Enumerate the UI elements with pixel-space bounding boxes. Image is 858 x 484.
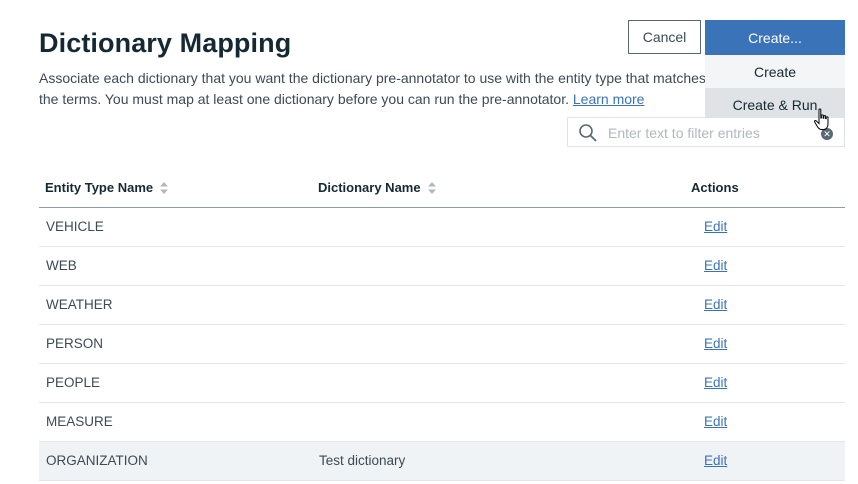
edit-link[interactable]: Edit xyxy=(704,375,727,390)
entity-type-cell: PEOPLE xyxy=(46,375,101,390)
cancel-button[interactable]: Cancel xyxy=(628,20,701,54)
search-input[interactable] xyxy=(608,123,818,143)
entity-type-cell: WEATHER xyxy=(46,297,113,312)
table-row: VEHICLE Edit xyxy=(39,208,845,247)
edit-link[interactable]: Edit xyxy=(704,297,727,312)
entity-type-cell: MEASURE xyxy=(46,414,113,429)
search-icon xyxy=(578,123,598,148)
column-label-actions: Actions xyxy=(691,180,739,195)
table-row: WEB Edit xyxy=(39,247,845,286)
sort-icon[interactable] xyxy=(427,181,437,195)
menu-item-create[interactable]: Create xyxy=(705,55,845,88)
edit-link[interactable]: Edit xyxy=(704,336,727,351)
edit-link[interactable]: Edit xyxy=(704,219,727,234)
column-header-actions: Actions xyxy=(691,180,739,195)
learn-more-link[interactable]: Learn more xyxy=(573,91,645,107)
entity-type-cell: VEHICLE xyxy=(46,219,104,234)
edit-link[interactable]: Edit xyxy=(704,414,727,429)
page-description: Associate each dictionary that you want … xyxy=(39,68,719,110)
sort-icon[interactable] xyxy=(159,181,169,195)
entity-type-cell: PERSON xyxy=(46,336,104,351)
hand-pointer-cursor-icon xyxy=(813,108,833,137)
table-row: PEOPLE Edit xyxy=(39,364,845,403)
create-button[interactable]: Create... xyxy=(705,20,845,55)
edit-link[interactable]: Edit xyxy=(704,258,727,273)
entity-type-cell: WEB xyxy=(46,258,77,273)
column-header-entity-type[interactable]: Entity Type Name xyxy=(45,180,169,195)
edit-link[interactable]: Edit xyxy=(704,453,727,468)
dictionary-name-cell: Test dictionary xyxy=(319,453,406,468)
table-row: ORGANIZATION Test dictionary Edit xyxy=(39,442,845,481)
column-header-dictionary-name[interactable]: Dictionary Name xyxy=(318,180,437,195)
filter-search-box: ✕ xyxy=(567,117,845,147)
table-row: PERSON Edit xyxy=(39,325,845,364)
dictionary-mapping-table: Entity Type Name Dictionary Name Actions… xyxy=(39,168,845,481)
column-label-dictionary-name: Dictionary Name xyxy=(318,180,421,195)
entity-type-cell: ORGANIZATION xyxy=(46,453,148,468)
table-header: Entity Type Name Dictionary Name Actions xyxy=(39,168,845,208)
table-row: WEATHER Edit xyxy=(39,286,845,325)
column-label-entity-type: Entity Type Name xyxy=(45,180,154,195)
table-row: MEASURE Edit xyxy=(39,403,845,442)
page-title: Dictionary Mapping xyxy=(39,28,292,58)
